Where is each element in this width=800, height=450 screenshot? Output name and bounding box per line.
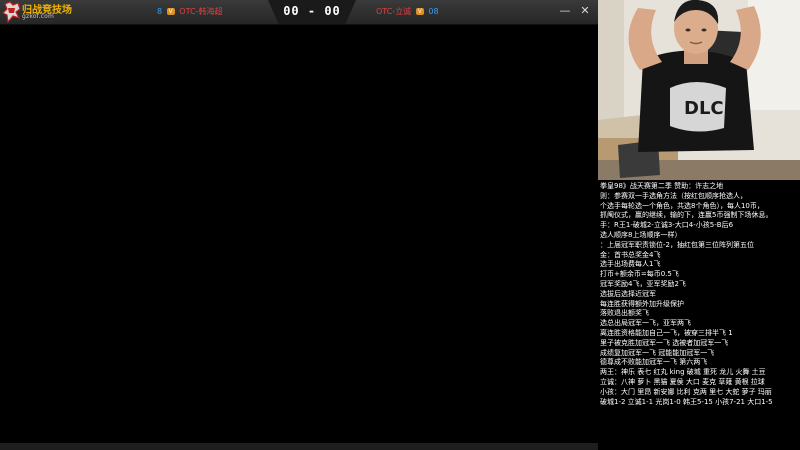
game-viewport[interactable] (0, 25, 598, 443)
minimize-button[interactable]: — (558, 4, 572, 18)
note-line: 打币+额余币=每币0.5飞 (600, 270, 679, 279)
note-line: 成绩复加冠军一飞 冠能能加冠军一飞 (600, 348, 715, 357)
note-line: 选拔后选择近冠军 (600, 289, 656, 298)
note-line: 抓阄仪式，赢的继续，输的下，连赢5币强制下场休息。 (600, 211, 773, 220)
note-line: 每连胜获得额外加升级保护 (600, 299, 684, 308)
note-line: 小孩：大门 里昂 新安娜 比利 克两 里七 大蛇 萝子 玛丽 (600, 387, 772, 396)
right-player-badge: V (415, 8, 424, 15)
note-line: 选总出局冠军一飞，亚军两飞 (600, 319, 691, 328)
note-line: ：上届冠军职责锁位-2，抽红包第三位阵列第五位 (600, 240, 754, 249)
webcam-feed: DLC (598, 0, 800, 180)
title-bar: 归战竞技场 gzkof.com 8 V OTC-韩海超 00 - 00 OTC-… (0, 0, 598, 25)
note-line: 立诚：八神 萝卜 黑猫 夏侯 大口 麦克 草薙 黄根 拉球 (600, 377, 765, 386)
note-line: 则：参赛双一手选角方法（按红包顺序抢选人， (600, 191, 747, 200)
left-player-name: OTC-韩海超 (179, 7, 223, 16)
note-line: 德尊成不败能加冠军一飞 第六两飞 (600, 358, 708, 367)
note-line: 破城1-2 立诚1-1 光岗1-0 韩王5-15 小孩7-21 大口1-5 (600, 397, 773, 406)
note-line: 两王：神乐 表七 红丸 king 破城 重死 龙儿 火舞 土豆 (600, 368, 766, 377)
app-logo: 归战竞技场 gzkof.com (2, 1, 72, 23)
left-player-number: 8 (157, 7, 163, 16)
left-player-badge: V (166, 8, 175, 15)
logo-url: gzkof.com (22, 13, 55, 20)
score-panel: 00 - 00 (268, 0, 356, 24)
note-line: 离连胜资格能加自己一飞，被穿三排半飞 1 (600, 328, 733, 337)
note-line: 拳皇98》战天赛第二季 赞助：许志之地 (600, 182, 724, 190)
right-player: OTC-立诚 V 08 (376, 6, 439, 17)
close-button[interactable]: ✕ (578, 4, 592, 18)
note-line: 个选手每轮选一个角色，共选8个角色），每人10币， (600, 201, 764, 210)
svg-text:DLC: DLC (684, 98, 724, 119)
rules-notes-panel: 拳皇98》战天赛第二季 赞助：许志之地 则：参赛双一手选角方法（按红包顺序抢选人… (598, 180, 800, 450)
right-player-number: 08 (428, 7, 439, 16)
note-line: 手：R王1-破城2-立诚3-大口4-小孩5-B后6 (600, 221, 734, 230)
note-line: 金：首书总奖金4飞 (600, 250, 661, 259)
streamer-camera-image: DLC (598, 0, 800, 180)
note-line: 选手出场费每人1飞 (600, 260, 661, 269)
score-display: 00 - 00 (283, 4, 341, 18)
note-line: 选人顺序8上场顺序一样） (600, 230, 682, 239)
note-line: 落败退出额奖飞 (600, 309, 649, 318)
note-line: 里子被克胜加冠军一飞 选被者加冠军一飞 (600, 338, 729, 347)
note-line: 冠军奖励4飞，亚军奖励2飞 (600, 279, 686, 288)
bottom-strip (0, 443, 598, 450)
fist-icon (2, 1, 21, 23)
left-player: 8 V OTC-韩海超 (157, 6, 222, 17)
right-player-name: OTC-立诚 (376, 7, 412, 16)
